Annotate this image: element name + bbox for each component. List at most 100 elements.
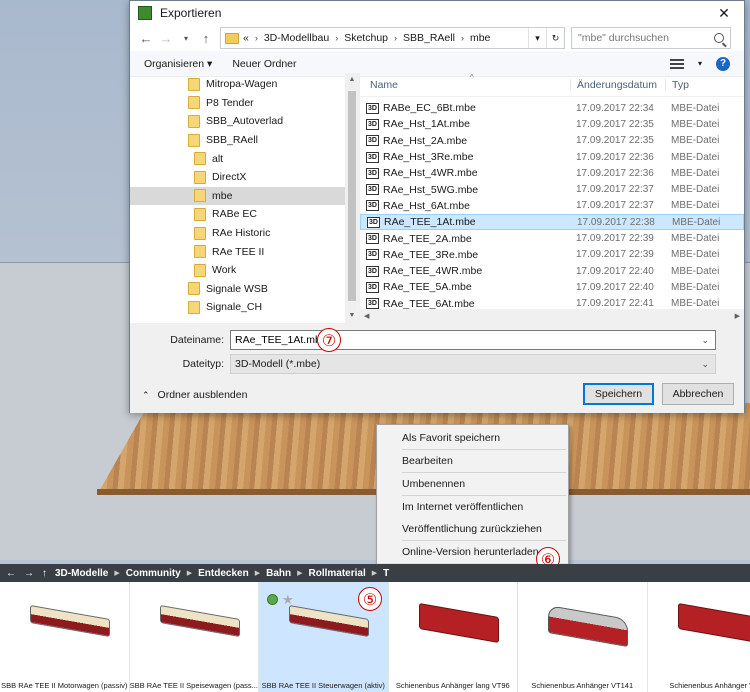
file-type: MBE-Datei [671, 151, 720, 163]
scroll-thumb[interactable] [348, 91, 356, 301]
scroll-up-icon[interactable]: ▲ [345, 73, 359, 87]
tree-item-label: mbe [212, 189, 233, 202]
address-bar[interactable]: « › 3D-Modellbau › Sketchup › SBB_RAell › mbe ▾ ↻ [220, 27, 565, 49]
search-icon [714, 33, 724, 43]
up-arrow-icon[interactable]: ↑ [196, 31, 216, 46]
search-field[interactable] [578, 32, 703, 44]
model-card[interactable]: Schienenbus Anhänger V [647, 582, 750, 692]
scroll-down-icon[interactable]: ▼ [345, 309, 359, 323]
tree-item[interactable]: RABe EC [130, 205, 359, 224]
file-row[interactable]: 3D RAe_Hst_1At.mbe 17.09.2017 22:35 MBE-Dat… [360, 116, 744, 132]
breadcrumb-item[interactable]: « [243, 32, 249, 44]
context-menu-item[interactable]: Im Internet veröffentlichen [377, 496, 568, 518]
file-icon: 3D [366, 167, 379, 179]
library-breadcrumb-item[interactable]: Rollmaterial [308, 568, 365, 579]
chevron-down-icon[interactable]: ▾ [176, 34, 196, 43]
tree-item[interactable]: DirectX [130, 168, 359, 187]
view-options-icon[interactable] [669, 58, 684, 69]
context-menu-item[interactable]: Veröffentlichung zurückziehen [377, 518, 568, 540]
model-card[interactable]: Schienenbus Anhänger VT141 [518, 582, 648, 692]
file-row[interactable]: 3D RAe_Hst_3Re.mbe 17.09.2017 22:36 MBE-Dat… [360, 149, 744, 165]
context-menu-item[interactable]: Bearbeiten [377, 450, 568, 472]
close-icon[interactable]: ✕ [704, 1, 744, 25]
cancel-button[interactable]: Abbrechen [662, 383, 734, 405]
up-arrow-icon[interactable]: ↑ [42, 568, 47, 579]
column-date[interactable]: Änderungsdatum [570, 78, 665, 91]
filename-field[interactable]: ⑦ ⌄ [230, 328, 716, 352]
tree-item[interactable]: RAe TEE II [130, 242, 359, 261]
file-row[interactable]: 3D RAe_TEE_2A.mbe 17.09.2017 22:39 MBE-Date… [360, 230, 744, 246]
scroll-left-icon[interactable]: ◀ [364, 312, 369, 320]
scroll-right-icon[interactable]: ▶ [735, 312, 740, 320]
forward-arrow-icon[interactable]: → [24, 568, 34, 579]
back-arrow-icon[interactable]: ← [136, 31, 156, 46]
tree-item[interactable]: P8 Tender [130, 94, 359, 113]
folder-icon [188, 300, 200, 314]
tree-item-label: alt [212, 152, 224, 165]
tree-item-label: P8 Tender [206, 96, 254, 109]
refresh-icon[interactable]: ↻ [546, 28, 564, 48]
model-card[interactable]: Schienenbus Anhänger lang VT96 [388, 582, 518, 692]
chevron-right-icon: ▶ [254, 570, 261, 577]
back-arrow-icon[interactable]: ← [6, 568, 16, 579]
model-thumbnail [548, 604, 628, 648]
tree-item[interactable]: Mitropa-Wagen [130, 75, 359, 94]
tree-item[interactable]: Signale_CH [130, 298, 359, 317]
search-input[interactable] [571, 27, 731, 49]
file-row[interactable]: 3D RAe_TEE_4WR.mbe 17.09.2017 22:40 MBE-Dat… [360, 263, 744, 279]
column-name[interactable]: Name [360, 79, 570, 91]
breadcrumb-item[interactable]: Sketchup [344, 32, 388, 44]
context-menu-item[interactable]: Als Favorit speichern [377, 427, 568, 449]
file-list-hscrollbar[interactable]: ◀ ▶ [360, 309, 744, 323]
library-breadcrumb-item[interactable]: Entdecken [198, 568, 249, 579]
tree-item[interactable]: Work [130, 261, 359, 280]
context-menu-item[interactable]: Umbenennen [377, 473, 568, 495]
column-type[interactable]: Typ [665, 78, 725, 91]
file-row[interactable]: 3D RABe_EC_6Bt.mbe 17.09.2017 22:34 MBE-Dat… [360, 100, 744, 116]
chevron-right-icon[interactable]: › [461, 33, 464, 43]
library-breadcrumb-item[interactable]: T [383, 568, 389, 579]
save-button[interactable]: Speichern [583, 383, 654, 405]
tree-item[interactable]: SBB_Autoverlad [130, 112, 359, 131]
file-name-cell: 3D RAe_Hst_6At.mbe [360, 200, 570, 212]
file-row[interactable]: 3D RAe_Hst_5WG.mbe 17.09.2017 22:37 MBE-Dat… [360, 181, 744, 197]
tree-item[interactable]: alt [130, 149, 359, 168]
model-caption: Schienenbus Anhänger lang VT96 [395, 681, 510, 690]
chevron-right-icon[interactable]: › [394, 33, 397, 43]
forward-arrow-icon[interactable]: → [156, 31, 176, 46]
organize-button[interactable]: Organisieren ▾ [144, 58, 212, 70]
model-card[interactable]: SBB RAe TEE II Speisewagen (pass... [129, 582, 259, 692]
library-breadcrumb-item[interactable]: Bahn [266, 568, 291, 579]
chevron-down-icon[interactable]: ▾ [528, 28, 546, 48]
filetype-select[interactable]: 3D-Modell (*.mbe) ⌄ [230, 354, 716, 374]
file-row[interactable]: 3D RAe_Hst_2A.mbe 17.09.2017 22:35 MBE-Date… [360, 133, 744, 149]
library-breadcrumb-item[interactable]: Community [126, 568, 181, 579]
chevron-right-icon[interactable]: › [335, 33, 338, 43]
tree-item[interactable]: SBB_RAell [130, 131, 359, 150]
tree-item[interactable]: Signale WSB [130, 280, 359, 299]
breadcrumb-item[interactable]: 3D-Modellbau [264, 32, 329, 44]
file-row[interactable]: 3D RAe_TEE_5A.mbe 17.09.2017 22:40 MBE-Date… [360, 279, 744, 295]
breadcrumb-item[interactable]: mbe [470, 32, 490, 44]
filename-input[interactable] [235, 334, 317, 346]
chevron-down-icon[interactable]: ⌄ [701, 359, 709, 370]
file-icon: 3D [367, 216, 380, 228]
tree-item[interactable]: mbe [130, 186, 359, 206]
file-row[interactable]: 3D RAe_TEE_3Re.mbe 17.09.2017 22:39 MBE-Dat… [360, 247, 744, 263]
model-card[interactable]: SBB RAe TEE II Motorwagen (passiv) [0, 582, 130, 692]
tree-item[interactable]: RAe Historic [130, 224, 359, 243]
new-folder-button[interactable]: Neuer Ordner [232, 58, 296, 70]
folder-icon [194, 207, 206, 221]
file-row[interactable]: 3D RAe_Hst_4WR.mbe 17.09.2017 22:36 MBE-Dat… [360, 165, 744, 181]
file-row[interactable]: 3D RAe_TEE_1At.mbe 17.09.2017 22:38 MBE-Dat… [360, 214, 744, 231]
star-icon[interactable]: ★ [282, 593, 294, 606]
file-row[interactable]: 3D RAe_Hst_6At.mbe 17.09.2017 22:37 MBE-Dat… [360, 198, 744, 214]
tree-scrollbar[interactable]: ▲ ▼ [345, 73, 359, 323]
chevron-down-icon[interactable]: ▾ [698, 59, 702, 68]
breadcrumb-item[interactable]: SBB_RAell [403, 32, 455, 44]
library-breadcrumb-item[interactable]: 3D-Modelle [55, 568, 108, 579]
hide-folders-toggle[interactable]: ⌃ Ordner ausblenden [142, 389, 247, 401]
chevron-right-icon[interactable]: › [255, 33, 258, 43]
help-icon[interactable]: ? [716, 56, 730, 71]
chevron-down-icon[interactable]: ⌄ [701, 335, 709, 346]
